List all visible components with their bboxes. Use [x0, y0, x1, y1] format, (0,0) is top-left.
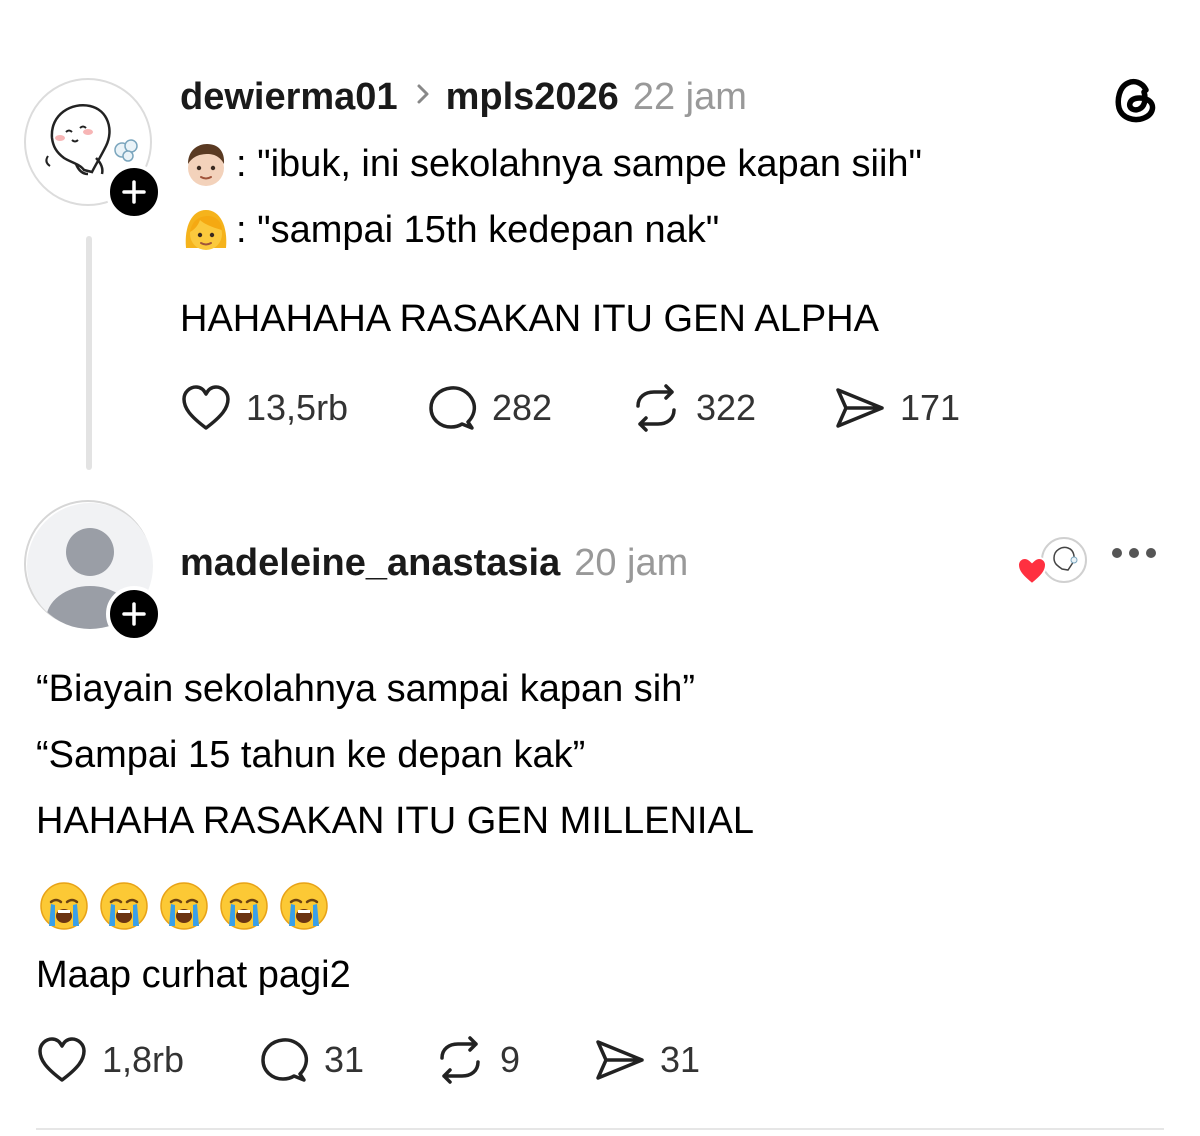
repost-icon: [636, 384, 676, 432]
loudly-crying-face-emoji: [220, 882, 268, 930]
post1-line2: : "sampai 15th kedepan nak": [180, 204, 719, 256]
threads-logo-icon[interactable]: [1108, 70, 1164, 131]
follow-plus-button[interactable]: [106, 586, 162, 642]
post2-line4: Maap curhat pagi2: [36, 954, 351, 996]
post2-line1: “Biayain sekolahnya sampai kapan sih”: [36, 668, 696, 710]
chevron-right-icon: [416, 74, 430, 112]
post2-action-bar: 1,8rb 31 9 31: [36, 1036, 700, 1084]
post-divider: [36, 1128, 1164, 1130]
send-icon: [596, 1040, 644, 1080]
more-dots-icon: [1112, 548, 1122, 558]
repost-icon: [440, 1036, 480, 1084]
post1-action-bar: 13,5rb 282 322 171: [180, 384, 960, 432]
threads-post-view: dewierma01 mpls2026 22 jam : "ibuk, ini …: [0, 0, 1200, 1136]
post1-repost-count: 322: [696, 387, 757, 428]
post1-share-button[interactable]: 171: [834, 384, 960, 432]
post1-like-button[interactable]: 13,5rb: [180, 384, 426, 432]
follow-plus-button[interactable]: [106, 164, 162, 220]
post2-comment-count: 31: [324, 1039, 365, 1080]
loudly-crying-face-emoji: [40, 882, 88, 930]
loudly-crying-face-emoji: [100, 882, 148, 930]
comment-bubble-icon: [261, 1038, 309, 1082]
boy-emoji-icon: [188, 144, 225, 186]
post1-line1-text: : "ibuk, ini sekolahnya sampe kapan siih…: [236, 143, 923, 185]
heart-icon: [182, 385, 230, 430]
post2-share-button[interactable]: 31: [594, 1036, 700, 1084]
post1-header: dewierma01 mpls2026 22 jam: [180, 78, 747, 116]
post1-line3: HAHAHAHA RASAKAN ITU GEN ALPHA: [180, 298, 879, 340]
thread-connector-line: [86, 236, 92, 470]
post1-line1: : "ibuk, ini sekolahnya sampe kapan siih…: [180, 138, 922, 190]
loudly-crying-face-emoji: [160, 882, 208, 930]
post2-line2: “Sampai 15 tahun ke depan kak”: [36, 734, 586, 776]
loudly-crying-face-emoji: [280, 882, 328, 930]
post2-line3: HAHAHA RASAKAN ITU GEN MILLENIAL: [36, 800, 754, 842]
post2-timestamp: 20 jam: [574, 542, 689, 584]
more-options-button[interactable]: [1112, 548, 1156, 558]
post2-like-button[interactable]: 1,8rb: [36, 1036, 258, 1084]
post2-username[interactable]: madeleine_anastasia: [180, 544, 560, 582]
heart-icon: [38, 1037, 86, 1082]
send-icon: [836, 388, 884, 428]
post1-like-count: 13,5rb: [246, 387, 349, 428]
post1-username[interactable]: dewierma01: [180, 78, 398, 116]
post1-comment-count: 282: [492, 387, 553, 428]
post2-emoji-row: [38, 880, 338, 932]
post2-share-count: 31: [660, 1039, 701, 1080]
comment-bubble-icon: [429, 386, 477, 430]
post2-header: madeleine_anastasia 20 jam: [180, 544, 688, 582]
post2-repost-button[interactable]: 9: [434, 1036, 594, 1084]
avatar-madeleine_anastasia[interactable]: [24, 500, 162, 642]
plus-icon: [122, 602, 146, 626]
post1-comment-button[interactable]: 282: [426, 384, 630, 432]
post1-community-link[interactable]: mpls2026: [446, 78, 619, 116]
post1-repost-button[interactable]: 322: [630, 384, 834, 432]
plus-icon: [122, 180, 146, 204]
post1-line2-text: : "sampai 15th kedepan nak": [236, 209, 720, 251]
liked-by-author-indicator: [1014, 536, 1090, 592]
post2-like-count: 1,8rb: [102, 1039, 185, 1080]
post2-comment-button[interactable]: 31: [258, 1036, 434, 1084]
avatar-dewierma01[interactable]: [24, 78, 162, 220]
woman-emoji-icon: [185, 210, 227, 250]
post2-repost-count: 9: [500, 1039, 521, 1080]
post1-share-count: 171: [900, 387, 961, 428]
post1-timestamp: 22 jam: [632, 76, 747, 118]
